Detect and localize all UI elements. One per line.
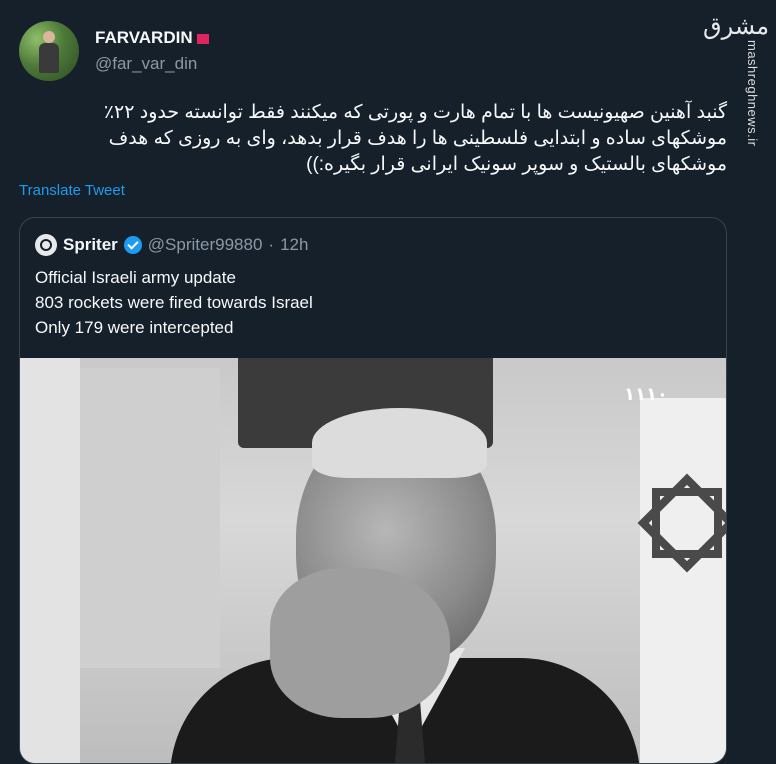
- quoted-separator: ·: [268, 235, 275, 254]
- author-display-name[interactable]: FARVARDIN: [95, 28, 209, 48]
- star-of-david-icon-part: [652, 488, 722, 558]
- flag-fabric: [640, 398, 726, 763]
- quoted-tweet-body: Official Israeli army update 803 rockets…: [35, 265, 313, 340]
- author-handle[interactable]: @far_var_din: [95, 54, 197, 74]
- background-column: [80, 368, 220, 668]
- author-avatar[interactable]: [19, 21, 79, 81]
- background-wall: [20, 358, 80, 763]
- watermark-site: mashreghnews.ir: [745, 40, 760, 147]
- author-name-text: FARVARDIN: [95, 28, 193, 47]
- quoted-timestamp[interactable]: 12h: [280, 235, 308, 255]
- portrait-hair: [312, 408, 487, 478]
- avatar-figure-body: [39, 43, 59, 73]
- quoted-avatar[interactable]: [35, 234, 57, 256]
- quoted-tweet-card[interactable]: Spriter @Spriter99880 · 12h Official Isr…: [19, 217, 727, 764]
- translate-tweet-link[interactable]: Translate Tweet: [19, 182, 125, 199]
- quoted-line: Official Israeli army update: [35, 268, 236, 287]
- quoted-author-name[interactable]: Spriter: [63, 235, 118, 255]
- quoted-line: Only 179 were intercepted: [35, 318, 234, 337]
- verified-badge-icon: [123, 236, 142, 254]
- quoted-tweet-header: Spriter @Spriter99880 · 12h: [35, 234, 308, 256]
- avatar-figure-head: [43, 31, 55, 43]
- quoted-author-handle[interactable]: @Spriter99880: [148, 235, 263, 255]
- tweet-text: گنبد آهنین صهیونیست ها با تمام هارت و پو…: [103, 102, 727, 175]
- quoted-line: 803 rockets were fired towards Israel: [35, 293, 313, 312]
- quoted-tweet-image[interactable]: ۱۱۱۰: [20, 358, 726, 763]
- image-channel-logo: ۱۱۱۰: [624, 384, 669, 405]
- flag-icon: [196, 33, 209, 44]
- mashregh-logo: مشرق: [703, 12, 770, 40]
- portrait-hand: [270, 568, 450, 718]
